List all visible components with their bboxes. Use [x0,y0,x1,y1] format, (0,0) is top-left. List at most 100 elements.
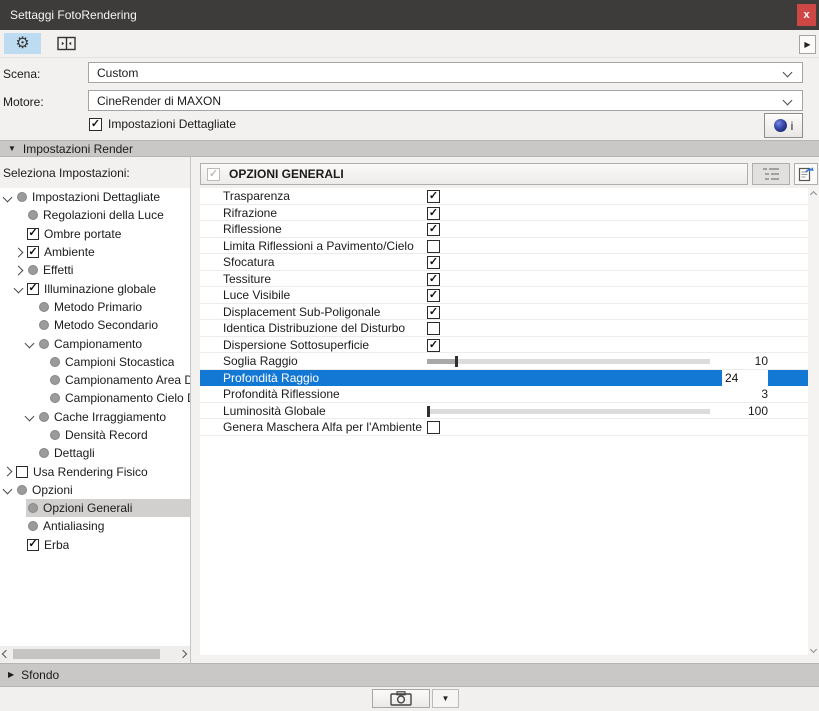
slider-handle[interactable] [427,406,430,417]
settings-vertical-scrollbar[interactable] [808,188,819,655]
setting-checkbox[interactable]: ✓ [427,273,440,286]
setting-row-tessiture[interactable]: Tessiture✓ [200,271,808,288]
tree-item-illuminazione-globale[interactable]: ✓Illuminazione globale [0,279,190,297]
render-snapshot-button[interactable] [372,689,430,708]
expander-down-icon[interactable] [15,285,26,292]
tree-item-row[interactable]: Effetti [26,261,190,279]
setting-checkbox[interactable]: ✓ [427,190,440,203]
setting-slider[interactable] [427,359,710,364]
tree-item-regolazioni-della-luce[interactable]: Regolazioni della Luce [0,206,190,224]
setting-row-dispersione-sottosuperficie[interactable]: Dispersione Sottosuperficie✓ [200,337,808,354]
tree-item-impostazioni-dettagliate[interactable]: Impostazioni Dettagliate [0,188,190,206]
item-checkbox[interactable] [16,466,28,478]
expander-down-icon[interactable] [26,413,37,420]
setting-checkbox[interactable]: ✓ [427,289,440,302]
setting-checkbox[interactable] [427,240,440,253]
tree-item-row[interactable]: Metodo Secondario [37,316,190,334]
scroll-down-arrow-icon[interactable] [808,643,819,655]
tree-item-row[interactable]: Campionamento Area Discr [48,371,190,389]
scroll-right-arrow-icon[interactable] [178,650,188,658]
setting-value[interactable]: 3 [761,387,768,401]
render-settings-section-header[interactable]: ▼ Impostazioni Render [0,140,819,157]
split-view-button[interactable] [48,33,85,54]
tree-item-opzioni[interactable]: Opzioni [0,481,190,499]
settings-tree[interactable]: Impostazioni DettagliateRegolazioni dell… [0,188,190,646]
setting-checkbox[interactable] [427,421,440,434]
setting-row-limita-riflessioni-a-pavimento-cielo[interactable]: Limita Riflessioni a Pavimento/Cielo [200,238,808,255]
tree-item-usa-rendering-fisico[interactable]: Usa Rendering Fisico [0,462,190,480]
setting-row-profondit-raggio[interactable]: Profondità Raggio24 [200,370,808,387]
expander-right-icon[interactable] [4,468,15,475]
tree-item-cache-irraggiamento[interactable]: Cache Irraggiamento [0,408,190,426]
setting-checkbox[interactable]: ✓ [427,339,440,352]
tree-item-row[interactable]: Impostazioni Dettagliate [15,188,190,206]
tree-item-row[interactable]: ✓Erba [26,536,190,554]
setting-row-genera-maschera-alfa-per-l-ambiente[interactable]: Genera Maschera Alfa per l'Ambiente [200,419,808,436]
setting-row-luce-visibile[interactable]: Luce Visibile✓ [200,287,808,304]
engine-info-button[interactable]: i [764,113,803,138]
item-checkbox[interactable]: ✓ [27,539,39,551]
item-checkbox[interactable]: ✓ [27,246,39,258]
tree-item-row[interactable]: Opzioni [15,481,190,499]
tree-item-row[interactable]: ✓Illuminazione globale [26,279,190,297]
setting-slider[interactable] [427,409,710,414]
setting-value-field[interactable]: 24 [722,370,768,387]
setting-checkbox[interactable]: ✓ [427,306,440,319]
setting-value[interactable]: 100 [748,404,768,418]
tree-item-row[interactable]: Metodo Primario [37,298,190,316]
tree-horizontal-scrollbar[interactable] [0,646,190,662]
export-settings-button[interactable] [794,163,818,185]
options-group-header[interactable]: ✓ OPZIONI GENERALI [200,163,748,185]
setting-checkbox[interactable] [427,322,440,335]
toolbar-overflow-button[interactable]: ▶ [799,35,816,54]
tree-item-ombre-portate[interactable]: ✓Ombre portate [0,225,190,243]
setting-row-identica-distribuzione-del-disturbo[interactable]: Identica Distribuzione del Disturbo [200,320,808,337]
tree-item-row[interactable]: ✓Ombre portate [26,225,190,243]
setting-row-riflessione[interactable]: Riflessione✓ [200,221,808,238]
close-button[interactable]: x [797,4,816,26]
setting-checkbox[interactable]: ✓ [427,256,440,269]
snapshot-dropdown-button[interactable]: ▼ [432,689,459,708]
expander-down-icon[interactable] [4,486,15,493]
tree-item-antialiasing[interactable]: Antialiasing [0,517,190,535]
engine-select[interactable]: CineRender di MAXON [88,90,803,111]
tree-item-dettagli[interactable]: Dettagli [0,444,190,462]
settings-tab-button[interactable]: ⚙ [4,33,41,54]
tree-item-row[interactable]: Densità Record [48,426,190,444]
tree-item-campioni-stocastica[interactable]: Campioni Stocastica [0,353,190,371]
title-bar[interactable]: Settaggi FotoRendering x [0,0,819,30]
tree-item-selected-row[interactable]: Opzioni Generali [26,499,190,517]
tree-item-opzioni-generali[interactable]: Opzioni Generali [0,499,190,517]
tree-item-row[interactable]: Campionamento [37,334,190,352]
item-checkbox[interactable]: ✓ [27,228,39,240]
tree-item-row[interactable]: Campioni Stocastica [48,353,190,371]
tree-item-campionamento-area-discr[interactable]: Campionamento Area Discr [0,371,190,389]
tree-item-effetti[interactable]: Effetti [0,261,190,279]
tree-item-row[interactable]: Usa Rendering Fisico [15,462,190,480]
setting-row-sfocatura[interactable]: Sfocatura✓ [200,254,808,271]
setting-row-trasparenza[interactable]: Trasparenza✓ [200,188,808,205]
tree-item-ambiente[interactable]: ✓Ambiente [0,243,190,261]
setting-row-displacement-sub-poligonale[interactable]: Displacement Sub-Poligonale✓ [200,304,808,321]
expander-right-icon[interactable] [15,267,26,274]
tree-item-row[interactable]: Cache Irraggiamento [37,408,190,426]
tree-item-row[interactable]: Regolazioni della Luce [26,206,190,224]
detailed-settings-checkbox[interactable]: ✓ [89,118,102,131]
expander-down-icon[interactable] [26,340,37,347]
setting-value[interactable]: 10 [755,354,768,368]
scene-select[interactable]: Custom [88,62,803,83]
tree-item-metodo-primario[interactable]: Metodo Primario [0,298,190,316]
expander-right-icon[interactable] [15,249,26,256]
tree-item-row[interactable]: Dettagli [37,444,190,462]
tree-item-erba[interactable]: ✓Erba [0,536,190,554]
setting-row-rifrazione[interactable]: Rifrazione✓ [200,205,808,222]
tree-view-toggle-button[interactable] [752,163,790,185]
tree-item-densit-record[interactable]: Densità Record [0,426,190,444]
setting-checkbox[interactable]: ✓ [427,207,440,220]
tree-item-metodo-secondario[interactable]: Metodo Secondario [0,316,190,334]
expander-down-icon[interactable] [4,194,15,201]
scroll-left-arrow-icon[interactable] [1,650,11,658]
setting-row-luminosit-globale[interactable]: Luminosità Globale100 [200,403,808,420]
scroll-up-arrow-icon[interactable] [808,188,819,200]
setting-row-profondit-riflessione[interactable]: Profondità Riflessione3 [200,386,808,403]
